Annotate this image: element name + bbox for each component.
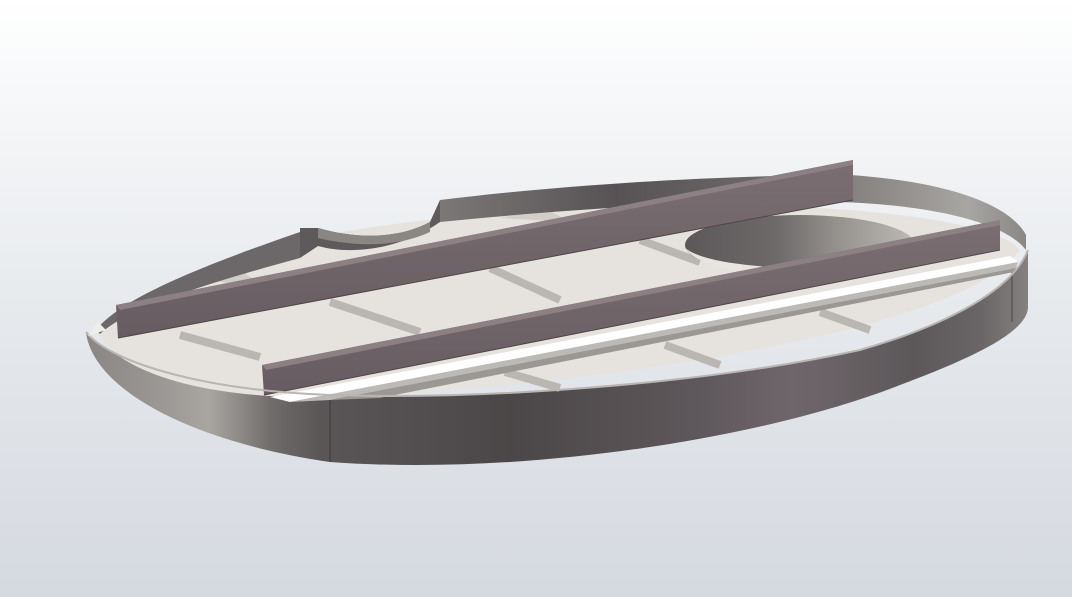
cad-3d-viewport[interactable] bbox=[0, 0, 1072, 597]
3d-model-view[interactable] bbox=[0, 0, 1072, 597]
